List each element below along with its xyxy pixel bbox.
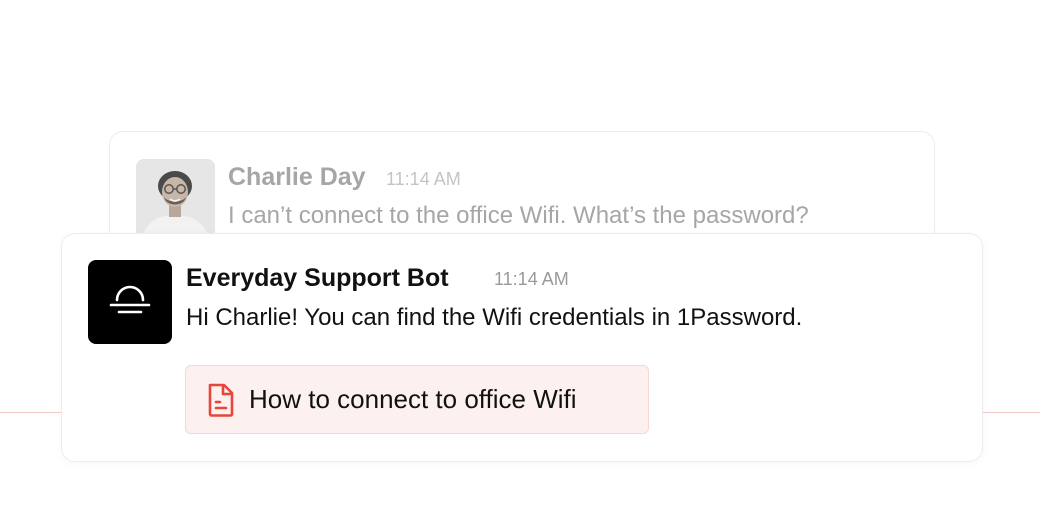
chat-stage: Charlie Day 11:14 AM I can’t connect to … bbox=[0, 0, 1040, 512]
user-message-time: 11:14 AM bbox=[386, 169, 461, 189]
user-avatar bbox=[136, 159, 215, 238]
sunset-logo-icon bbox=[109, 285, 151, 314]
bot-message-text: Hi Charlie! You can find the Wifi creden… bbox=[186, 304, 803, 331]
user-name: Charlie Day bbox=[228, 163, 366, 191]
attachment-link[interactable]: How to connect to office Wifi bbox=[185, 365, 649, 434]
bot-name: Everyday Support Bot bbox=[186, 264, 449, 292]
bot-message-card: Everyday Support Bot 11:14 AM Hi Charlie… bbox=[61, 233, 983, 462]
user-avatar-photo-icon bbox=[136, 159, 215, 238]
bot-avatar bbox=[88, 260, 172, 344]
user-message-text: I can’t connect to the office Wifi. What… bbox=[228, 202, 809, 229]
attachment-label: How to connect to office Wifi bbox=[249, 384, 577, 414]
document-icon bbox=[206, 382, 236, 418]
bot-message-time: 11:14 AM bbox=[494, 269, 569, 289]
